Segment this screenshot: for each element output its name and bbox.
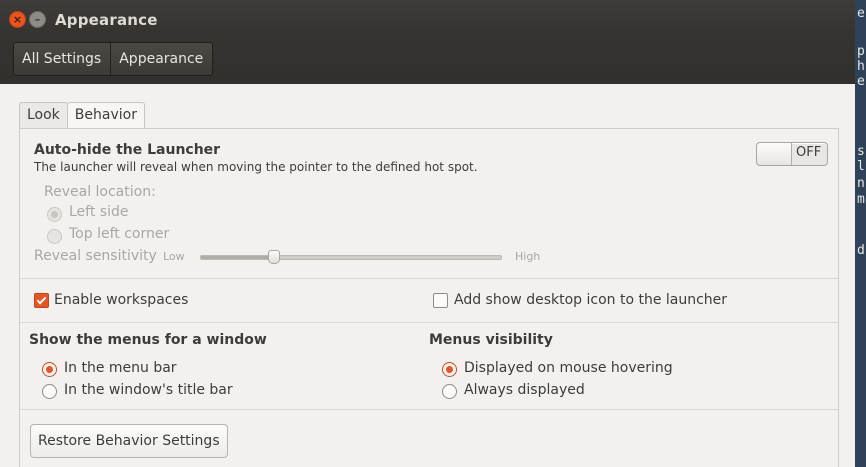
background-terminal: e p h e s l n m d bbox=[855, 0, 866, 467]
restore-behavior-button[interactable]: Restore Behavior Settings bbox=[30, 424, 228, 458]
menus-title: Show the menus for a window bbox=[29, 332, 267, 348]
reveal-location-label: Reveal location: bbox=[44, 184, 156, 200]
section-divider bbox=[20, 322, 838, 323]
reveal-sensitivity-label: Reveal sensitivity bbox=[34, 248, 157, 264]
section-divider bbox=[20, 278, 838, 279]
sensitivity-low-label: Low bbox=[163, 250, 185, 263]
breadcrumb-appearance[interactable]: Appearance bbox=[110, 43, 212, 75]
minimize-icon[interactable]: – bbox=[29, 11, 46, 28]
menu-bar-label[interactable]: In the menu bar bbox=[64, 360, 177, 376]
tab-behavior[interactable]: Behavior bbox=[66, 102, 145, 129]
toggle-knob bbox=[757, 143, 792, 165]
autohide-title: Auto-hide the Launcher bbox=[34, 142, 221, 158]
autohide-description: The launcher will reveal when moving the… bbox=[34, 160, 478, 174]
terminal-char: d bbox=[857, 243, 865, 258]
mouse-hovering-label[interactable]: Displayed on mouse hovering bbox=[464, 360, 673, 376]
radio-menu-bar[interactable] bbox=[42, 362, 57, 377]
terminal-char: p bbox=[857, 44, 865, 59]
top-left-corner-label: Top left corner bbox=[69, 226, 170, 242]
sensitivity-high-label: High bbox=[515, 250, 541, 263]
terminal-char: l bbox=[857, 159, 865, 174]
slider-fill bbox=[201, 256, 273, 259]
close-icon[interactable]: × bbox=[9, 11, 26, 28]
enable-workspaces-checkbox[interactable] bbox=[34, 293, 49, 308]
terminal-char: n bbox=[857, 176, 865, 191]
visibility-title: Menus visibility bbox=[429, 332, 553, 348]
radio-always-displayed[interactable] bbox=[442, 384, 457, 399]
section-divider bbox=[20, 409, 838, 410]
breadcrumb: All Settings Appearance bbox=[13, 42, 214, 76]
title-bar-label[interactable]: In the window's title bar bbox=[64, 382, 233, 398]
autohide-toggle[interactable]: OFF bbox=[756, 142, 828, 166]
desktop-icon-checkbox[interactable] bbox=[433, 293, 448, 308]
left-side-label: Left side bbox=[69, 204, 129, 220]
terminal-char: h bbox=[857, 59, 865, 74]
slider-thumb[interactable] bbox=[268, 250, 280, 264]
settings-content: Look Behavior Auto-hide the Launcher The… bbox=[0, 84, 855, 467]
radio-left-side[interactable] bbox=[47, 207, 62, 222]
terminal-char: e bbox=[857, 74, 865, 89]
terminal-char: e bbox=[857, 6, 865, 21]
terminal-char: s bbox=[857, 144, 865, 159]
desktop-icon-label[interactable]: Add show desktop icon to the launcher bbox=[454, 292, 727, 308]
terminal-char: m bbox=[857, 192, 865, 207]
toggle-state: OFF bbox=[796, 145, 822, 160]
tab-bar: Look Behavior bbox=[19, 102, 145, 129]
breadcrumb-all-settings[interactable]: All Settings bbox=[14, 43, 110, 75]
radio-mouse-hovering[interactable] bbox=[442, 362, 457, 377]
always-displayed-label[interactable]: Always displayed bbox=[464, 382, 585, 398]
title-bar: × – Appearance All Settings Appearance bbox=[0, 0, 855, 84]
enable-workspaces-label[interactable]: Enable workspaces bbox=[54, 292, 188, 308]
radio-top-left-corner[interactable] bbox=[47, 229, 62, 244]
radio-title-bar[interactable] bbox=[42, 384, 57, 399]
behavior-panel: Auto-hide the Launcher The launcher will… bbox=[19, 128, 839, 467]
window-title: Appearance bbox=[55, 11, 158, 29]
reveal-sensitivity-slider[interactable] bbox=[200, 250, 502, 264]
appearance-window: × – Appearance All Settings Appearance L… bbox=[0, 0, 855, 467]
tab-look[interactable]: Look bbox=[19, 102, 68, 128]
